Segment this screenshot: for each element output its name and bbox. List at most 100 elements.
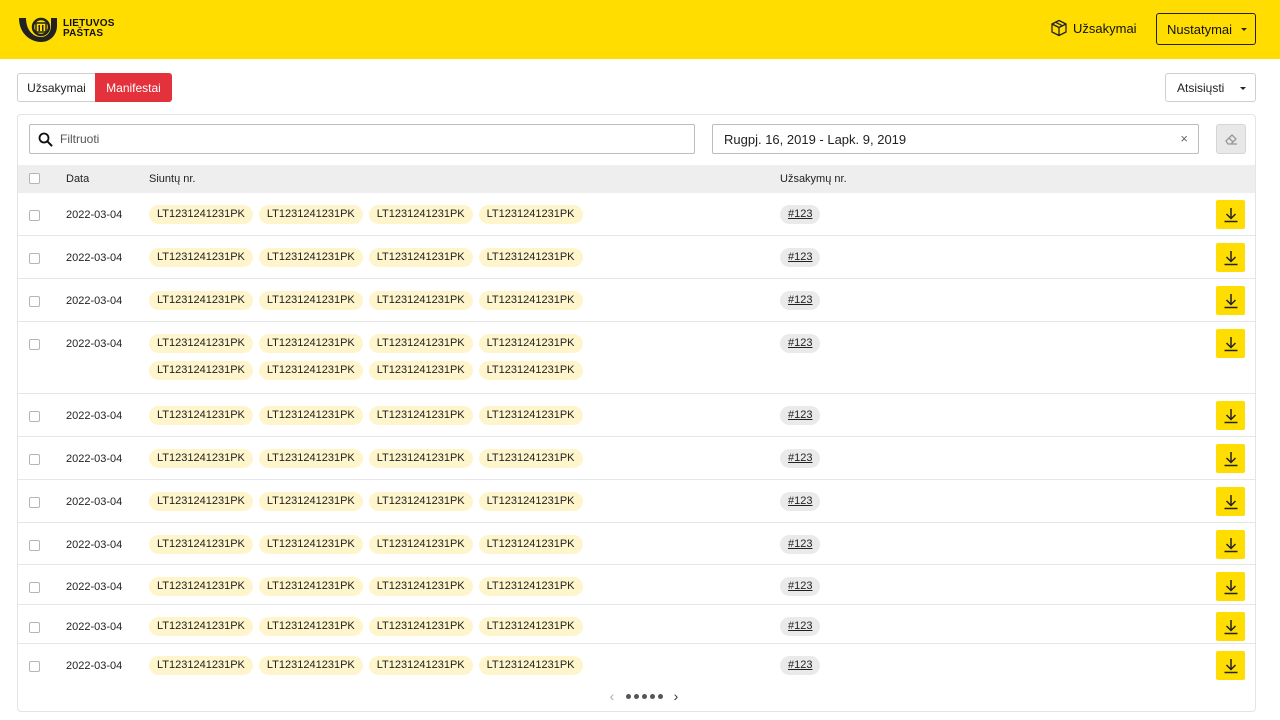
- eraser-icon: [1225, 134, 1237, 145]
- tracking-number-tag: LT1231241231PK: [368, 334, 473, 353]
- row-checkbox[interactable]: [29, 411, 40, 422]
- row-date: 2022-03-04: [66, 621, 123, 633]
- clear-filters-button[interactable]: [1216, 124, 1246, 154]
- download-manifest-button[interactable]: [1216, 243, 1245, 272]
- order-number-link[interactable]: #123: [780, 535, 821, 554]
- download-dropdown[interactable]: Atsisiųsti: [1165, 73, 1256, 102]
- tracking-numbers: LT1231241231PK LT1231241231PK LT1231241231…: [149, 492, 589, 519]
- top-bar: LIETUVOS PAŠTAS Užsakymai Nustatymai: [0, 0, 1280, 59]
- row-checkbox[interactable]: [29, 210, 40, 221]
- column-header-tracking: Siuntų nr.: [149, 173, 196, 185]
- order-number-link[interactable]: #123: [780, 406, 821, 425]
- tracking-numbers: LT1231241231PK LT1231241231PK LT1231241231…: [149, 577, 589, 604]
- view-tabs: Užsakymai Manifestai: [17, 73, 172, 102]
- order-number-link[interactable]: #123: [780, 334, 821, 353]
- tracking-number-tag: LT1231241231PK: [478, 577, 583, 596]
- brand-logo[interactable]: LIETUVOS PAŠTAS: [17, 14, 115, 43]
- tracking-number-tag: LT1231241231PK: [258, 449, 363, 468]
- tracking-number-tag: LT1231241231PK: [368, 205, 473, 224]
- order-number-link[interactable]: #123: [780, 205, 821, 224]
- row-checkbox[interactable]: [29, 582, 40, 593]
- row-checkbox[interactable]: [29, 296, 40, 307]
- download-icon: [1224, 537, 1237, 552]
- order-number-link[interactable]: #123: [780, 291, 821, 310]
- download-manifest-button[interactable]: [1216, 487, 1245, 516]
- download-manifest-button[interactable]: [1216, 329, 1245, 358]
- download-manifest-button[interactable]: [1216, 444, 1245, 473]
- page-dot[interactable]: [641, 693, 647, 699]
- download-manifest-button[interactable]: [1216, 200, 1245, 229]
- page-dot[interactable]: [633, 693, 639, 699]
- previous-page-icon[interactable]: ‹: [606, 688, 618, 704]
- row-date: 2022-03-04: [66, 252, 123, 264]
- page-dot[interactable]: [649, 693, 655, 699]
- row-date: 2022-03-04: [66, 338, 123, 350]
- tracking-number-tag: LT1231241231PK: [149, 449, 253, 468]
- row-date: 2022-03-04: [66, 410, 123, 422]
- row-checkbox[interactable]: [29, 497, 40, 508]
- download-manifest-button[interactable]: [1216, 572, 1245, 601]
- download-manifest-button[interactable]: [1216, 286, 1245, 315]
- order-number-link[interactable]: #123: [780, 656, 821, 675]
- header-orders-label: Užsakymai: [1073, 20, 1137, 36]
- settings-dropdown-button[interactable]: Nustatymai: [1156, 13, 1256, 45]
- table-row: 2022-03-04 LT1231241231PK LT1231241231PK LT…: [18, 644, 1255, 684]
- tracking-number-tag: LT1231241231PK: [368, 406, 473, 425]
- download-icon: [1224, 451, 1237, 466]
- download-icon: [1224, 207, 1237, 222]
- tab-orders[interactable]: Užsakymai: [17, 73, 95, 102]
- tracking-number-tag: LT1231241231PK: [478, 617, 583, 636]
- order-number-link[interactable]: #123: [780, 617, 821, 636]
- row-date: 2022-03-04: [66, 453, 123, 465]
- clear-date-icon[interactable]: ×: [1180, 131, 1188, 146]
- table-row: 2022-03-04 LT1231241231PK LT1231241231PK LT…: [18, 193, 1255, 236]
- tracking-number-tag: LT1231241231PK: [149, 577, 253, 596]
- tracking-number-tag: LT1231241231PK: [149, 291, 253, 310]
- tracking-number-tag: LT1231241231PK: [368, 492, 473, 511]
- row-checkbox[interactable]: [29, 540, 40, 551]
- caret-down-icon: [1240, 87, 1246, 90]
- tracking-number-tag: LT1231241231PK: [149, 617, 253, 636]
- download-manifest-button[interactable]: [1216, 401, 1245, 430]
- tracking-number-tag: LT1231241231PK: [478, 492, 583, 511]
- settings-label: Nustatymai: [1167, 21, 1233, 37]
- select-all-checkbox[interactable]: [29, 173, 40, 184]
- table-row: 2022-03-04 LT1231241231PK LT1231241231PK LT…: [18, 565, 1255, 605]
- tab-manifests[interactable]: Manifestai: [95, 73, 172, 102]
- download-manifest-button[interactable]: [1216, 651, 1245, 680]
- date-range-field[interactable]: Rugpj. 16, 2019 - Lapk. 9, 2019 ×: [712, 124, 1199, 154]
- row-date: 2022-03-04: [66, 581, 123, 593]
- order-number-link[interactable]: #123: [780, 449, 821, 468]
- tracking-numbers: LT1231241231PK LT1231241231PK LT1231241231…: [149, 535, 589, 562]
- filter-field[interactable]: [29, 124, 695, 154]
- order-number-link[interactable]: #123: [780, 248, 821, 267]
- page-dot[interactable]: [657, 693, 663, 699]
- page-dot[interactable]: [625, 693, 631, 699]
- next-page-icon[interactable]: ›: [670, 688, 682, 704]
- tracking-number-tag: LT1231241231PK: [149, 406, 253, 425]
- row-checkbox[interactable]: [29, 622, 40, 633]
- tracking-number-tag: LT1231241231PK: [149, 248, 253, 267]
- download-manifest-button[interactable]: [1216, 530, 1245, 559]
- filter-input[interactable]: [60, 132, 660, 146]
- row-checkbox[interactable]: [29, 661, 40, 672]
- row-date: 2022-03-04: [66, 660, 123, 672]
- row-checkbox[interactable]: [29, 454, 40, 465]
- tracking-number-tag: LT1231241231PK: [258, 205, 363, 224]
- table-row: 2022-03-04 LT1231241231PK LT1231241231PK LT…: [18, 437, 1255, 480]
- download-manifest-button[interactable]: [1216, 612, 1245, 641]
- table-row: 2022-03-04 LT1231241231PK LT1231241231PK LT…: [18, 279, 1255, 322]
- pagination: ‹ ›: [606, 688, 682, 704]
- download-icon: [1224, 293, 1237, 308]
- order-number-link[interactable]: #123: [780, 577, 821, 596]
- header-orders-link[interactable]: Užsakymai: [1050, 19, 1137, 37]
- row-checkbox[interactable]: [29, 253, 40, 264]
- download-icon: [1224, 336, 1237, 351]
- order-number-link[interactable]: #123: [780, 492, 821, 511]
- row-checkbox[interactable]: [29, 339, 40, 350]
- tracking-number-tag: LT1231241231PK: [258, 617, 363, 636]
- tracking-number-tag: LT1231241231PK: [149, 656, 253, 675]
- tracking-number-tag: LT1231241231PK: [478, 449, 583, 468]
- table-row: 2022-03-04 LT1231241231PK LT1231241231PK LT…: [18, 605, 1255, 644]
- download-icon: [1224, 250, 1237, 265]
